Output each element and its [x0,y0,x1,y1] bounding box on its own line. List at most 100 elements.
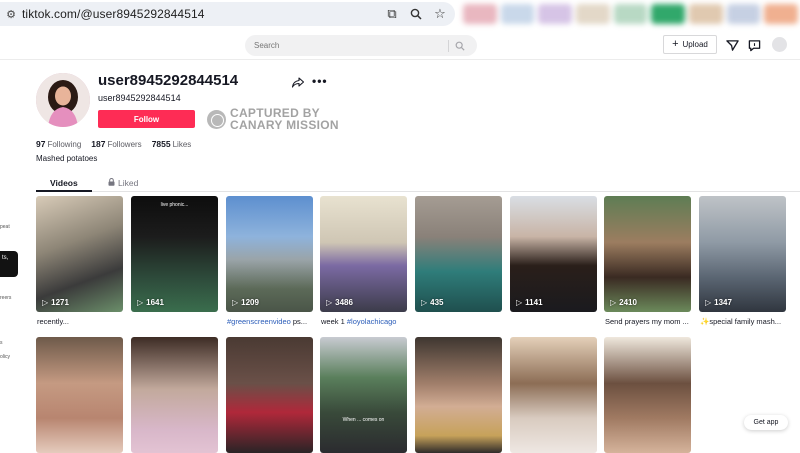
play-icon: ▷ [705,298,712,307]
view-count-value: 3486 [335,298,353,307]
search-input[interactable] [254,41,444,50]
likes-label: Likes [172,140,192,149]
view-count: ▷ 435 [421,298,444,307]
site-settings-icon[interactable]: ⚙ [0,8,22,21]
search-icon[interactable] [449,41,471,51]
address-bar[interactable]: ⚙ tiktok.com/@user8945292844514 ⧉ ☆ [0,2,455,26]
zoom-icon[interactable] [409,7,423,21]
view-count-value: 1141 [525,298,543,307]
get-app-button[interactable]: Get app [744,415,788,430]
view-count: ▷ 1641 [137,298,164,307]
user-avatar[interactable] [772,37,787,52]
view-count-value: 1347 [714,298,732,307]
caption-text: week 1 [321,317,347,326]
sidebar-fragment[interactable]: s [0,340,3,346]
hashtag-link[interactable]: #greenscreenvideo [227,317,291,326]
canary-mission-watermark: CAPTURED BY CANARY MISSION [207,107,339,131]
play-icon: ▷ [232,298,239,307]
profile-stats: 97 Following 187 Followers 7855 Likes [36,139,191,149]
view-count: ▷ 2410 [610,298,637,307]
upload-button[interactable]: + Upload [663,35,717,54]
video-caption[interactable]: week 1 #loyolachicago [321,317,409,326]
video-thumbnail[interactable]: ▷ 1271 [36,196,123,312]
sidebar-fragment[interactable]: peat [0,224,10,230]
blurred-extensions [463,4,799,24]
likes-count: 7855 [151,139,171,149]
play-icon: ▷ [421,298,428,307]
video-caption[interactable]: Send prayers my mom ... [605,317,693,326]
upload-label: Upload [682,40,708,49]
video-thumbnail[interactable]: ▷ 1209 [226,196,313,312]
video-thumbnail[interactable] [604,337,691,453]
video-thumbnail[interactable] [415,337,502,453]
profile-avatar [36,73,90,127]
profile-handle: user8945292844514 [98,93,181,103]
video-thumbnail[interactable]: live phonic... ▷ 1641 [131,196,218,312]
plus-icon: + [672,38,679,50]
followers-stat[interactable]: 187 Followers [91,139,141,149]
follow-button[interactable]: Follow [98,110,195,128]
video-thumbnail[interactable]: ▷ 1347 [699,196,786,312]
profile-tabs: Videos Liked [36,172,800,192]
following-count: 97 [36,139,46,149]
play-icon: ▷ [610,298,617,307]
lock-icon [108,178,115,188]
view-count-value: 1209 [241,298,259,307]
tab-videos[interactable]: Videos [50,178,78,188]
video-thumbnail[interactable] [36,337,123,453]
video-overlay-text: When ... comes on [342,417,385,423]
profile-bio: Mashed potatoes [36,154,98,163]
sidebar-fragment[interactable]: reers [0,295,11,301]
play-icon: ▷ [137,298,144,307]
video-thumbnail[interactable] [226,337,313,453]
view-count-value: 1641 [146,298,164,307]
inbox-icon[interactable] [746,37,762,53]
send-icon[interactable] [724,37,740,53]
url-text[interactable]: tiktok.com/@user8945292844514 [22,7,205,21]
bookmark-star-icon[interactable]: ☆ [433,6,447,21]
caption-suffix: ps... [290,317,308,326]
browser-chrome: ⚙ tiktok.com/@user8945292844514 ⧉ ☆ [0,0,800,30]
tiktok-header: + Upload [0,30,800,60]
view-count: ▷ 1141 [516,298,543,307]
video-thumbnail[interactable] [131,337,218,453]
video-caption[interactable]: recently... [37,317,125,326]
view-count-value: 435 [430,298,444,307]
view-count: ▷ 1347 [705,298,732,307]
play-icon: ▷ [326,298,333,307]
search-bar[interactable] [245,35,477,56]
install-app-icon[interactable]: ⧉ [385,6,399,21]
video-overlay-text: live phonic... [160,202,189,208]
followers-label: Followers [107,140,142,149]
likes-stat: 7855 Likes [152,139,192,149]
video-thumbnail[interactable]: ▷ 435 [415,196,502,312]
view-count: ▷ 3486 [326,298,353,307]
sidebar-dark-tile[interactable]: ts, [0,251,18,277]
view-count-value: 1271 [51,298,69,307]
video-thumbnail[interactable]: ▷ 2410 [604,196,691,312]
tab-liked-label: Liked [118,178,139,188]
view-count: ▷ 1271 [42,298,69,307]
more-options-icon[interactable]: ••• [312,74,328,88]
video-thumbnail[interactable]: ▷ 1141 [510,196,597,312]
watermark-seal-icon [207,109,226,129]
video-thumbnail[interactable]: When ... comes on [320,337,407,453]
video-thumbnail[interactable]: ▷ 3486 [320,196,407,312]
sidebar-fragment[interactable]: olicy [0,354,10,360]
view-count: ▷ 1209 [232,298,259,307]
tab-liked[interactable]: Liked [108,178,138,188]
share-icon[interactable] [291,77,305,91]
video-caption[interactable]: ✨special family mash... [700,317,788,326]
video-caption[interactable]: #greenscreenvideo ps... [227,317,315,326]
following-stat[interactable]: 97 Following [36,139,81,149]
profile-username: user8945292844514 [98,72,239,89]
following-label: Following [47,140,82,149]
video-thumbnail[interactable] [510,337,597,453]
play-icon: ▷ [516,298,523,307]
hashtag-link[interactable]: #loyolachicago [347,317,397,326]
view-count-value: 2410 [619,298,637,307]
sidebar-fragment: ts, [2,255,9,261]
tab-active-indicator [36,190,92,192]
watermark-line2: CANARY MISSION [230,118,339,132]
play-icon: ▷ [42,298,49,307]
